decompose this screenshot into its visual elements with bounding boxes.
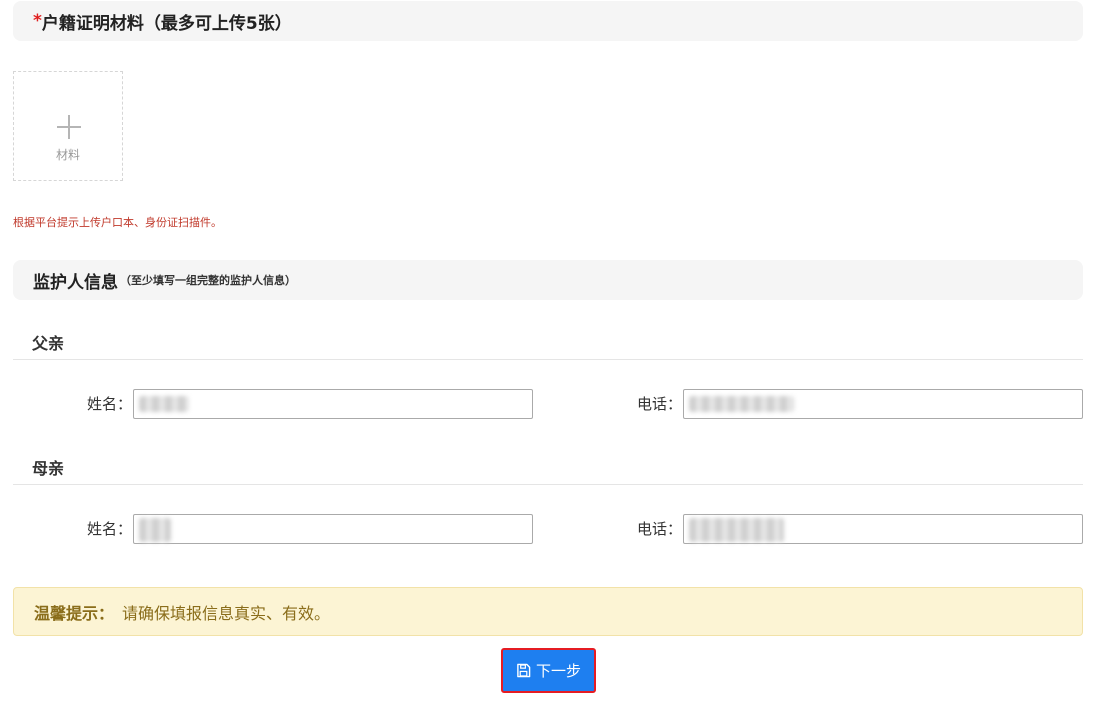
mother-divider: [13, 484, 1083, 485]
guardian-info-subtitle: （至少填写一组完整的监护人信息）: [120, 274, 296, 287]
tip-title: 温馨提示：: [34, 603, 115, 623]
mother-phone-input[interactable]: [683, 514, 1083, 544]
guardian-info-header: 监护人信息 （至少填写一组完整的监护人信息）: [13, 260, 1083, 300]
next-step-button[interactable]: 下一步: [501, 648, 596, 693]
father-name-label: 姓名：: [86, 395, 132, 413]
mother-phone-label: 电话：: [636, 520, 682, 538]
upload-hint: 根据平台提示上传户口本、身份证扫描件。: [13, 216, 222, 229]
father-group-title: 父亲: [32, 334, 65, 353]
upload-label: 材料: [55, 148, 80, 162]
required-mark: *: [33, 11, 42, 31]
father-divider: [13, 359, 1083, 360]
household-proof-title: 户籍证明材料（最多可上传5张）: [41, 13, 292, 34]
guardian-info-title: 监护人信息: [33, 272, 118, 293]
plus-icon: [57, 115, 81, 139]
mother-name-input[interactable]: [133, 514, 533, 544]
warm-tip-box: 温馨提示： 请确保填报信息真实、有效。: [13, 587, 1083, 636]
father-name-input[interactable]: [133, 389, 533, 419]
next-step-label: 下一步: [535, 662, 581, 680]
father-phone-label: 电话：: [636, 395, 682, 413]
father-phone-input[interactable]: [683, 389, 1083, 419]
material-upload-box[interactable]: 材料: [13, 71, 123, 181]
mother-group-title: 母亲: [32, 459, 65, 478]
tip-text: 请确保填报信息真实、有效。: [122, 603, 331, 623]
mother-name-label: 姓名：: [86, 520, 132, 538]
save-icon: [517, 663, 531, 678]
household-proof-header: * 户籍证明材料（最多可上传5张）: [13, 1, 1083, 41]
